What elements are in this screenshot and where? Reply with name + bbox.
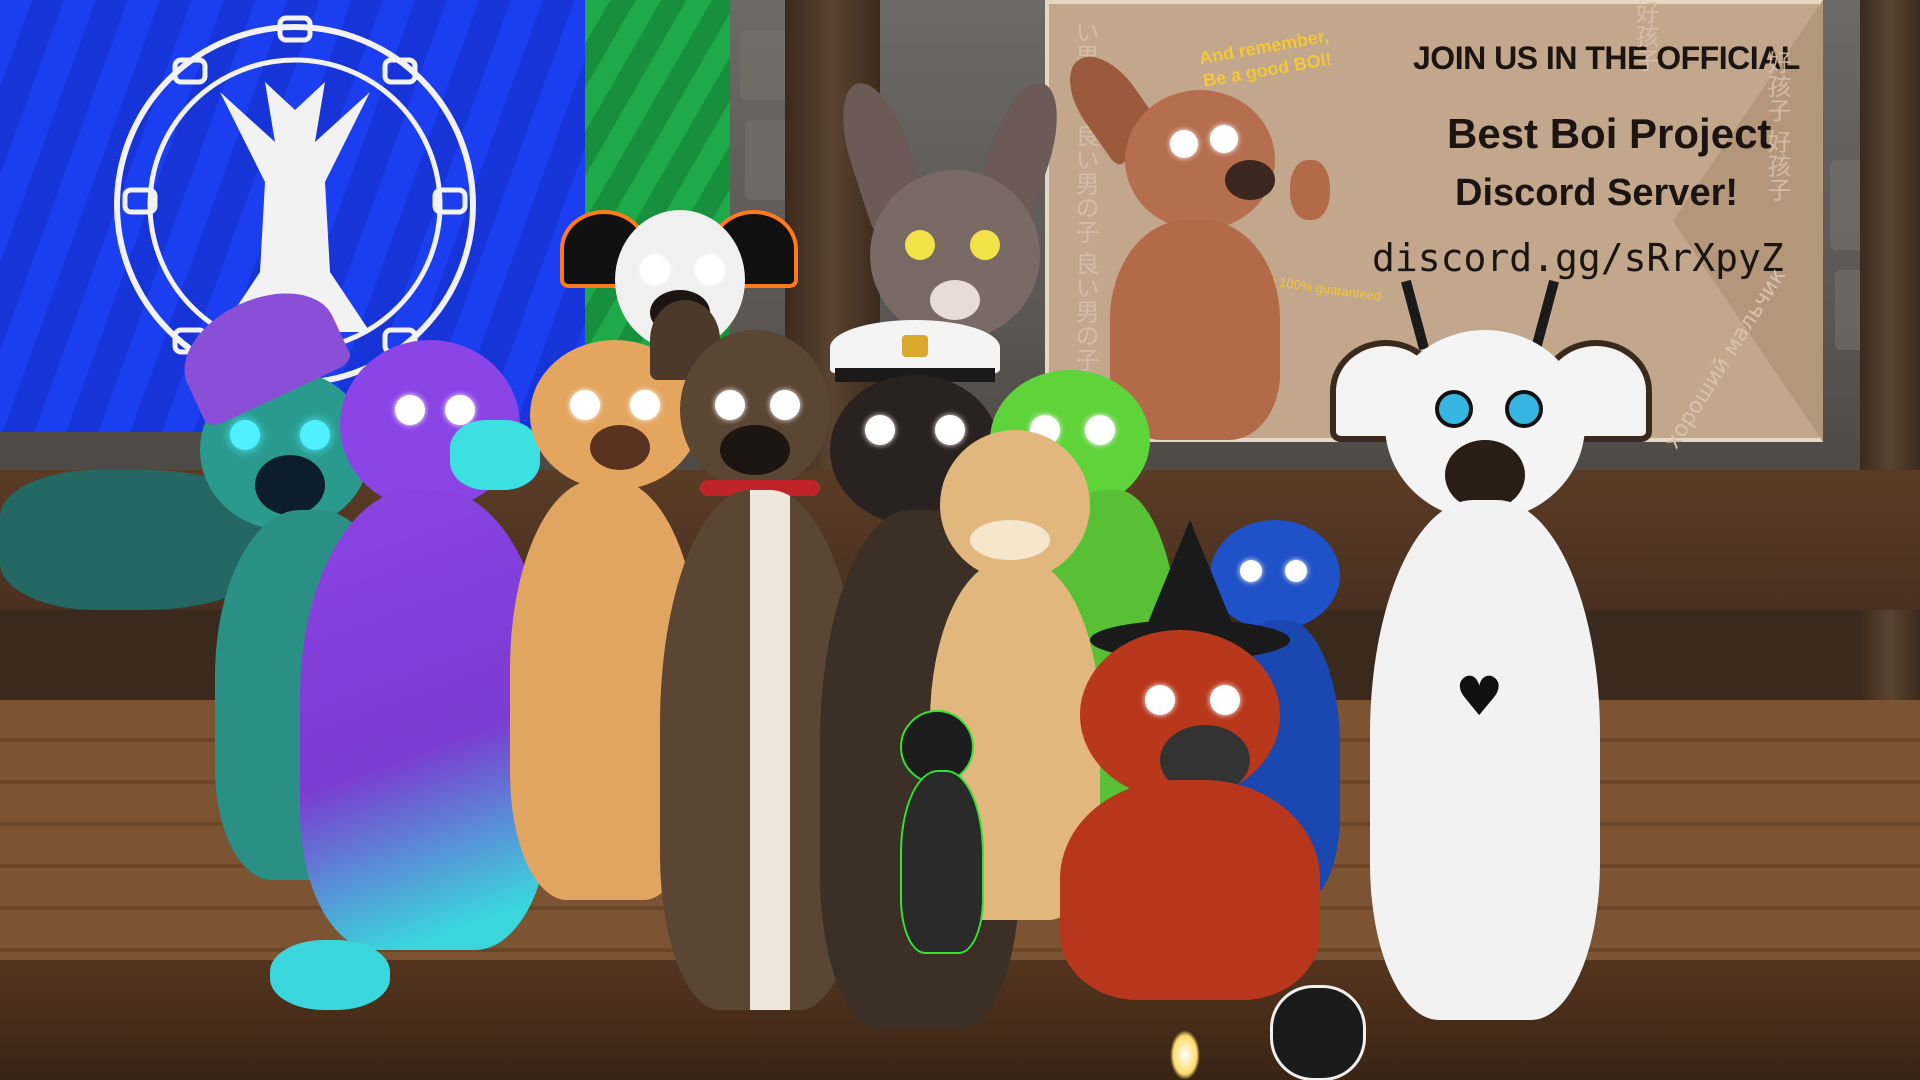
server-line: Discord Server! (1455, 172, 1739, 214)
blue-eye (1505, 390, 1543, 428)
muzzle (720, 425, 790, 475)
eye (1085, 415, 1115, 445)
eye (570, 390, 600, 420)
cap-badge-icon (902, 335, 928, 357)
eye (395, 395, 425, 425)
eye (1285, 560, 1307, 582)
red-head (1080, 630, 1280, 800)
poster-character-head (1125, 90, 1275, 230)
eye (1210, 125, 1238, 153)
eye (1145, 685, 1175, 715)
yellow-eye (970, 230, 1000, 260)
foreground-paw (1270, 985, 1366, 1080)
project-line: Best Boi Project (1447, 110, 1772, 157)
kanji-top: 好孩子 (1631, 0, 1659, 72)
muzzle (1225, 160, 1275, 200)
cyan-foot (270, 940, 390, 1010)
eye (640, 255, 670, 285)
vr-group-photo: And remember, Be a good BOI! JOIN US IN … (0, 0, 1920, 1080)
eye (1240, 560, 1262, 582)
join-line: JOIN US IN THE OFFICIAL (1413, 40, 1800, 76)
eye (1210, 685, 1240, 715)
eye (630, 390, 660, 420)
muzzle (590, 425, 650, 470)
cyan-muzzle (450, 420, 540, 490)
eye (695, 255, 725, 285)
muzzle (255, 455, 325, 515)
small-body (900, 770, 984, 954)
eye (770, 390, 800, 420)
candle-flame (1170, 1030, 1200, 1080)
brown-head (680, 330, 830, 490)
red-body (1060, 780, 1320, 1000)
eye (865, 415, 895, 445)
muzzle (970, 520, 1050, 560)
caracal-head (870, 170, 1040, 340)
muzzle (930, 280, 980, 320)
eye (935, 415, 965, 445)
white-body (1370, 500, 1600, 1020)
blue-eye (1435, 390, 1473, 428)
eye (715, 390, 745, 420)
kanji-right: 好孩子 好孩子 (1763, 50, 1791, 202)
invite-link[interactable]: discord.gg/sRrXpyZ (1372, 236, 1784, 280)
wooden-pillar (1860, 0, 1920, 720)
eye (445, 395, 475, 425)
witch-hat (1145, 520, 1235, 630)
white-head (1385, 330, 1585, 520)
glowing-eye (230, 420, 260, 450)
purple-head (340, 340, 540, 510)
glowing-eye (300, 420, 330, 450)
thumbs-up-paw (1290, 160, 1330, 220)
cream-head (940, 430, 1090, 580)
eye (1170, 130, 1198, 158)
yellow-eye (905, 230, 935, 260)
heart-icon: ♥ (1455, 665, 1504, 728)
